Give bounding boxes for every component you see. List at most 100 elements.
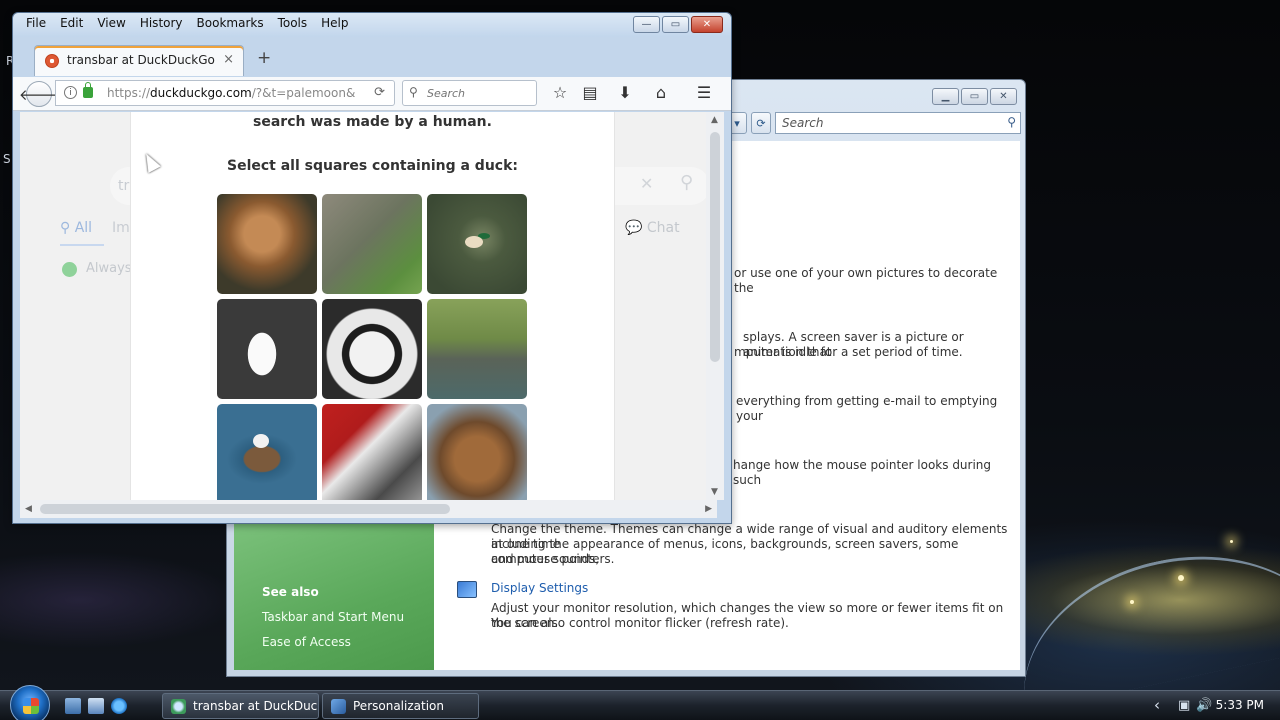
horizontal-scrollbar[interactable]: ◀ ▶ bbox=[20, 500, 717, 518]
vertical-scroll-thumb[interactable] bbox=[710, 132, 720, 362]
network-icon[interactable]: ▣ bbox=[1178, 698, 1190, 713]
tab-title: transbar at DuckDuckGo bbox=[67, 53, 215, 67]
bookmark-star-icon[interactable]: ☆ bbox=[549, 83, 571, 102]
captcha-prompt: Select all squares containing a duck: bbox=[227, 158, 518, 174]
captcha-tile-gorilla[interactable] bbox=[322, 194, 422, 294]
scroll-right-arrow-icon[interactable]: ▶ bbox=[705, 504, 712, 514]
tab-close-icon[interactable]: × bbox=[223, 52, 234, 67]
check-icon bbox=[62, 262, 77, 277]
captcha-tile-gibbon[interactable] bbox=[217, 194, 317, 294]
menu-bar: File Edit View History Bookmarks Tools H… bbox=[25, 15, 350, 31]
search-icon: ⚲ bbox=[409, 85, 418, 99]
tab-strip: transbar at DuckDuckGo × + bbox=[13, 43, 731, 77]
search-icon[interactable]: ⚲ bbox=[680, 172, 693, 193]
display-settings-description-2: You can also control monitor flicker (re… bbox=[491, 616, 789, 630]
download-icon[interactable]: ⬇ bbox=[614, 83, 636, 102]
search-bar[interactable]: ⚲ bbox=[402, 80, 537, 106]
browser-window: File Edit View History Bookmarks Tools H… bbox=[12, 12, 732, 524]
url-host: duckduckgo.com bbox=[150, 86, 252, 100]
menu-view[interactable]: View bbox=[96, 15, 126, 31]
menu-bookmarks[interactable]: Bookmarks bbox=[196, 15, 265, 31]
monitor-icon bbox=[457, 581, 477, 598]
refresh-icon[interactable]: ⟳ bbox=[751, 112, 771, 134]
close-button[interactable]: ✕ bbox=[691, 16, 723, 33]
start-button[interactable] bbox=[10, 685, 50, 720]
captcha-dialog: search was made by a human. Select all s… bbox=[131, 112, 614, 500]
wallpaper-sparkle bbox=[1178, 575, 1184, 581]
scroll-up-arrow-icon[interactable]: ▲ bbox=[711, 115, 718, 125]
scroll-left-arrow-icon[interactable]: ◀ bbox=[25, 504, 32, 514]
lock-icon bbox=[83, 82, 93, 98]
ease-of-access-link[interactable]: Ease of Access bbox=[262, 635, 351, 649]
duckduckgo-favicon-icon bbox=[45, 54, 59, 68]
vertical-scrollbar[interactable]: ▲ ▼ bbox=[706, 112, 724, 500]
minimize-button[interactable]: ▁ bbox=[932, 88, 959, 105]
navigation-toolbar: 🡐 i https://duckduckgo.com/?&t=palemoon&… bbox=[13, 77, 731, 111]
captcha-tile-orangutan[interactable] bbox=[427, 404, 527, 500]
see-also-heading: See also bbox=[262, 585, 319, 599]
taskbar: transbar at DuckDuc... Personalization ‹… bbox=[0, 685, 1280, 720]
menu-history[interactable]: History bbox=[139, 15, 184, 31]
page-content: tra ✕ ⚲ ⚲ All Ima 💬 Chat Always search w… bbox=[20, 112, 717, 500]
windows-logo-icon bbox=[23, 698, 39, 714]
show-hidden-icons-arrow-icon[interactable]: ‹ bbox=[1154, 696, 1160, 714]
menu-hamburger-icon[interactable]: ☰ bbox=[693, 83, 715, 102]
clock[interactable]: 5:33 PM bbox=[1216, 698, 1264, 712]
search-input[interactable] bbox=[427, 85, 531, 101]
captcha-tile-panda[interactable] bbox=[322, 299, 422, 399]
back-button[interactable]: 🡐 bbox=[19, 81, 59, 107]
taskbar-start-menu-link[interactable]: Taskbar and Start Menu bbox=[262, 610, 404, 624]
system-tray: ‹ ▣ 🔊 5:33 PM bbox=[1150, 691, 1280, 720]
tab-all[interactable]: ⚲ All bbox=[60, 220, 92, 236]
captcha-tile-mallard-duck[interactable] bbox=[427, 194, 527, 294]
url-scheme: https:// bbox=[107, 86, 151, 100]
volume-icon[interactable]: 🔊 bbox=[1196, 698, 1212, 713]
duck-shape bbox=[465, 236, 483, 248]
display-settings-link[interactable]: Display Settings bbox=[491, 581, 588, 595]
menu-edit[interactable]: Edit bbox=[59, 15, 84, 31]
control-panel-search-input[interactable]: Search ⚲ bbox=[775, 112, 1021, 134]
minimize-button[interactable]: — bbox=[633, 16, 660, 33]
tab-duckduckgo[interactable]: transbar at DuckDuckGo × bbox=[34, 45, 244, 76]
duck-shape bbox=[253, 434, 269, 448]
maximize-button[interactable]: ▭ bbox=[961, 88, 988, 105]
personalization-window-controls: ▁ ▭ ✕ bbox=[932, 88, 1017, 105]
bookmarks-list-icon[interactable]: ▤ bbox=[579, 83, 601, 102]
mouse-pointers-description: hange how the mouse pointer looks during… bbox=[733, 458, 992, 487]
captcha-tile-white-duck[interactable] bbox=[217, 299, 317, 399]
menu-file[interactable]: File bbox=[25, 15, 47, 31]
internet-explorer-icon[interactable] bbox=[111, 698, 127, 714]
captcha-tile-ruddy-duck[interactable] bbox=[217, 404, 317, 500]
switch-windows-icon[interactable] bbox=[88, 698, 104, 714]
screen-saver-description-2: mputer is idle for a set period of time. bbox=[734, 345, 963, 359]
new-tab-button[interactable]: + bbox=[257, 48, 271, 68]
site-info-icon[interactable]: i bbox=[64, 86, 77, 99]
horizontal-scroll-thumb[interactable] bbox=[40, 504, 450, 514]
captcha-tile-husky[interactable] bbox=[322, 404, 422, 500]
search-icon[interactable]: ⚲ bbox=[1007, 115, 1016, 129]
close-button[interactable]: ✕ bbox=[990, 88, 1017, 105]
browser-titlebar[interactable]: File Edit View History Bookmarks Tools H… bbox=[13, 13, 731, 37]
active-tab-underline bbox=[60, 244, 104, 246]
personalization-icon bbox=[331, 699, 346, 714]
home-icon[interactable]: ⌂ bbox=[650, 83, 672, 102]
taskbar-button-browser[interactable]: transbar at DuckDuc... bbox=[162, 693, 319, 719]
wallpaper-sparkle bbox=[1130, 600, 1134, 604]
maximize-button[interactable]: ▭ bbox=[662, 16, 689, 33]
tab-chat[interactable]: 💬 Chat bbox=[625, 220, 680, 236]
scroll-down-arrow-icon[interactable]: ▼ bbox=[711, 487, 718, 497]
see-also-panel: See also Taskbar and Start Menu Ease of … bbox=[234, 519, 434, 670]
clear-search-icon[interactable]: ✕ bbox=[640, 174, 653, 193]
wallpaper-arc bbox=[1001, 528, 1280, 712]
menu-help[interactable]: Help bbox=[320, 15, 349, 31]
menu-tools[interactable]: Tools bbox=[277, 15, 309, 31]
taskbar-button-personalization[interactable]: Personalization bbox=[322, 693, 479, 719]
show-desktop-icon[interactable] bbox=[65, 698, 81, 714]
search-placeholder: Search bbox=[782, 116, 824, 130]
captcha-tile-elephant[interactable] bbox=[427, 299, 527, 399]
desktop-background-description: or use one of your own pictures to decor… bbox=[734, 266, 998, 295]
tab-all-label: All bbox=[74, 220, 93, 236]
reload-icon[interactable]: ⟳ bbox=[374, 85, 385, 100]
url-text: https://duckduckgo.com/?&t=palemoon& bbox=[107, 86, 355, 100]
url-bar[interactable]: i https://duckduckgo.com/?&t=palemoon& ⟳ bbox=[55, 80, 395, 106]
